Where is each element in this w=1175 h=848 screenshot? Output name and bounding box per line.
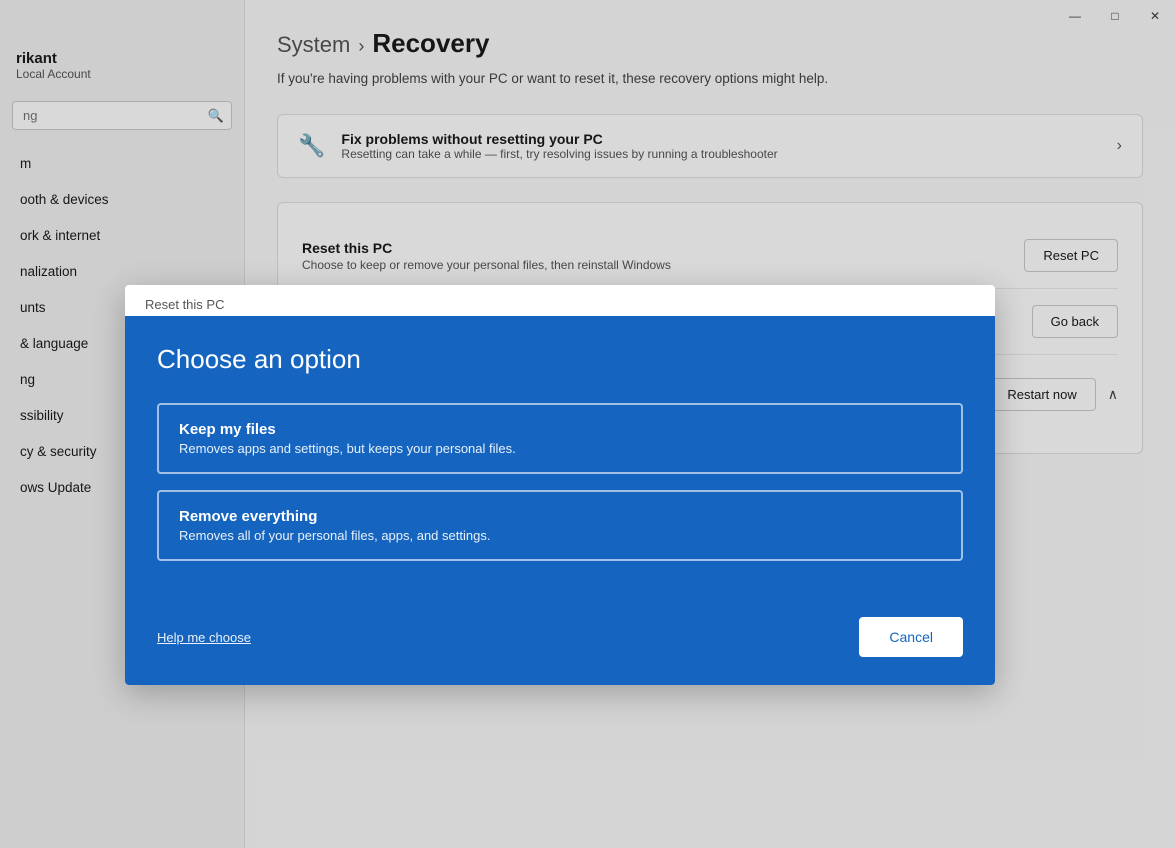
title-bar: — □ ✕ <box>1055 0 1175 32</box>
keep-files-title: Keep my files <box>179 421 941 438</box>
maximize-button[interactable]: □ <box>1095 0 1135 32</box>
close-button[interactable]: ✕ <box>1135 0 1175 32</box>
remove-everything-option[interactable]: Remove everything Removes all of your pe… <box>157 490 963 561</box>
keep-files-description: Removes apps and settings, but keeps you… <box>179 441 941 456</box>
help-me-choose-link[interactable]: Help me choose <box>157 630 251 645</box>
minimize-button[interactable]: — <box>1055 0 1095 32</box>
modal-top-label: Reset this PC <box>145 297 975 312</box>
modal-top-bar: Reset this PC <box>125 285 995 312</box>
modal-heading: Choose an option <box>157 344 963 375</box>
modal-footer: Help me choose Cancel <box>125 609 995 685</box>
keep-files-option[interactable]: Keep my files Removes apps and settings,… <box>157 403 963 474</box>
cancel-button[interactable]: Cancel <box>859 617 963 657</box>
modal-blue-area: Choose an option Keep my files Removes a… <box>125 316 995 609</box>
remove-everything-title: Remove everything <box>179 508 941 525</box>
remove-everything-description: Removes all of your personal files, apps… <box>179 528 941 543</box>
reset-pc-modal: Reset this PC Choose an option Keep my f… <box>125 285 995 685</box>
